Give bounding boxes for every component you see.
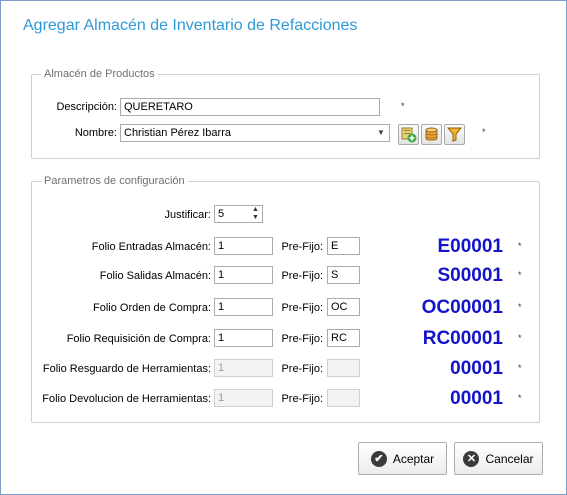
nombre-combobox[interactable]: Christian Pérez Ibarra ▼ [120, 124, 390, 142]
prefijo-input[interactable]: RC [327, 329, 360, 347]
add-button[interactable] [398, 124, 419, 145]
prefijo-input [327, 359, 360, 377]
prefijo-input [327, 389, 360, 407]
nombre-value: Christian Pérez Ibarra [124, 127, 231, 139]
check-icon: ✔ [370, 450, 387, 467]
descripcion-label: Descripción: [56, 101, 117, 113]
folio-row-label: Folio Requisición de Compra: [66, 333, 211, 345]
folio-code: S00001 [437, 265, 503, 286]
prefijo-label: Pre-Fijo: [281, 241, 323, 253]
accept-label: Aceptar [392, 451, 435, 466]
folio-row-label: Folio Resguardo de Herramientas: [42, 363, 211, 375]
descripcion-input[interactable]: QUERETARO [120, 98, 380, 116]
database-icon [425, 127, 438, 141]
prefijo-label: Pre-Fijo: [281, 363, 323, 375]
cancel-label: Cancelar [485, 451, 534, 466]
justificar-label: Justificar: [164, 209, 211, 221]
database-button[interactable] [421, 124, 442, 145]
folio-input[interactable]: 1 [214, 298, 273, 316]
filter-button[interactable] [444, 124, 465, 145]
folio-code: 00001 [450, 358, 503, 379]
chevron-down-icon[interactable]: ▼ [375, 126, 387, 140]
close-icon: ✕ [463, 450, 480, 467]
folio-code: OC00001 [421, 297, 503, 318]
required-mark: * [518, 241, 522, 251]
descripcion-required-mark: * [401, 101, 405, 111]
justificar-spin[interactable]: ▲ ▼ [250, 206, 261, 222]
config-legend: Parametros de configuración [44, 175, 185, 187]
required-mark: * [518, 302, 522, 312]
required-mark: * [518, 333, 522, 343]
dialog-title: Agregar Almacén de Inventario de Refacci… [23, 17, 358, 34]
accept-button[interactable]: ✔ Aceptar [358, 442, 447, 475]
spin-up-icon[interactable]: ▲ [250, 206, 261, 214]
prefijo-input[interactable]: S [327, 266, 360, 284]
cancel-button[interactable]: ✕ Cancelar [454, 442, 543, 475]
folio-input[interactable]: 1 [214, 329, 273, 347]
folio-row-label: Folio Orden de Compra: [93, 302, 211, 314]
folio-input[interactable]: 1 [214, 266, 273, 284]
required-mark: * [518, 393, 522, 403]
folio-input: 1 [214, 359, 273, 377]
folio-code: E00001 [437, 236, 503, 257]
prefijo-label: Pre-Fijo: [281, 393, 323, 405]
add-icon [401, 127, 417, 143]
almacen-legend: Almacén de Productos [44, 68, 155, 80]
required-mark: * [518, 270, 522, 280]
folio-input: 1 [214, 389, 273, 407]
folio-code: RC00001 [422, 328, 503, 349]
filter-icon [446, 127, 463, 142]
justificar-stepper[interactable]: 5 ▲ ▼ [214, 205, 263, 223]
nombre-label: Nombre: [74, 127, 117, 139]
folio-row-label: Folio Entradas Almacén: [91, 241, 211, 253]
spin-down-icon[interactable]: ▼ [250, 214, 261, 222]
prefijo-input[interactable]: E [327, 237, 360, 255]
folio-row-label: Folio Devolucion de Herramientas: [42, 393, 211, 405]
folio-input[interactable]: 1 [214, 237, 273, 255]
required-mark: * [518, 363, 522, 373]
prefijo-label: Pre-Fijo: [281, 270, 323, 282]
prefijo-label: Pre-Fijo: [281, 302, 323, 314]
justificar-value: 5 [218, 208, 225, 220]
folio-row-label: Folio Salidas Almacén: [99, 270, 211, 282]
prefijo-label: Pre-Fijo: [281, 333, 323, 345]
folio-code: 00001 [450, 388, 503, 409]
nombre-required-mark: * [482, 127, 486, 137]
dialog-window: Agregar Almacén de Inventario de Refacci… [0, 0, 567, 495]
prefijo-input[interactable]: OC [327, 298, 360, 316]
